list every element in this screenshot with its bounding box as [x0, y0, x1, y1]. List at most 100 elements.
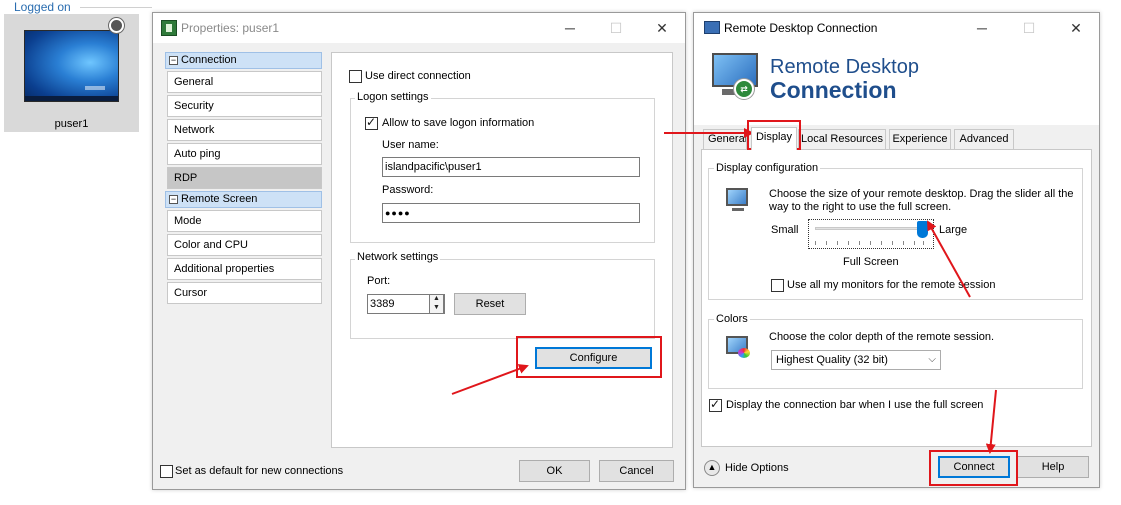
- properties-window: Properties: puser1 ─ ☐ ✕ − Connection Ge…: [152, 12, 686, 490]
- desktop-logo: [85, 86, 105, 90]
- nav-item-network[interactable]: Network: [167, 119, 322, 141]
- properties-app-icon: [161, 20, 177, 36]
- close-icon[interactable]: ✕: [639, 13, 685, 43]
- all-monitors-label: Use all my monitors for the remote sessi…: [787, 279, 996, 291]
- tab-advanced[interactable]: Advanced: [954, 129, 1014, 149]
- username-input[interactable]: islandpacific\puser1: [382, 157, 640, 177]
- tick: [881, 241, 882, 245]
- password-input[interactable]: ●●●●: [382, 203, 640, 223]
- rdc-titlebar: Remote Desktop Connection ─ ☐ ✕: [694, 13, 1099, 43]
- tick: [848, 241, 849, 245]
- maximize-icon[interactable]: ☐: [593, 13, 639, 43]
- tick: [870, 241, 871, 245]
- rdc-window: Remote Desktop Connection ─ ☐ ✕ ⇄ Remote…: [693, 12, 1100, 488]
- cancel-button[interactable]: Cancel: [599, 460, 674, 482]
- tick: [914, 241, 915, 245]
- colors-description: Choose the color depth of the remote ses…: [769, 331, 995, 343]
- nav-group-connection[interactable]: − Connection: [165, 52, 322, 69]
- use-direct-connection-label: Use direct connection: [365, 70, 471, 82]
- use-direct-connection-checkbox[interactable]: [349, 70, 362, 83]
- window-title: Remote Desktop Connection: [724, 21, 878, 35]
- nav-item-mode[interactable]: Mode: [167, 210, 322, 232]
- all-monitors-checkbox[interactable]: [771, 279, 784, 292]
- stepper-down-icon[interactable]: ▼: [433, 304, 440, 311]
- logon-settings-label: Logon settings: [355, 91, 431, 103]
- logged-on-header: Logged on: [14, 0, 71, 14]
- chevron-up-icon[interactable]: ▲: [704, 460, 720, 476]
- desktop-taskbar: [25, 96, 118, 101]
- connect-arrows-icon: ⇄: [734, 79, 754, 99]
- collapse-icon[interactable]: −: [169, 195, 178, 204]
- tick: [815, 241, 816, 245]
- display-config-description: Choose the size of your remote desktop. …: [769, 188, 1074, 213]
- display-tab-panel: Display configuration Choose the size of…: [701, 149, 1092, 447]
- header-divider: [80, 7, 152, 8]
- connection-bar-checkbox[interactable]: [709, 397, 722, 412]
- maximize-icon[interactable]: ☐: [1006, 13, 1052, 43]
- color-depth-select[interactable]: Highest Quality (32 bit) ⌵: [771, 350, 941, 370]
- resolution-slider[interactable]: [815, 227, 923, 230]
- username-label: User name:: [382, 139, 439, 151]
- reset-button[interactable]: Reset: [454, 293, 526, 315]
- minimize-icon[interactable]: ─: [959, 13, 1005, 43]
- nav-item-rdp[interactable]: RDP: [167, 167, 322, 189]
- nav-item-additional-properties[interactable]: Additional properties: [167, 258, 322, 280]
- nav-item-general[interactable]: General: [167, 71, 322, 93]
- tab-general[interactable]: General: [703, 129, 747, 149]
- window-title: Properties: puser1: [181, 21, 280, 35]
- allow-save-label: Allow to save logon information: [382, 117, 535, 129]
- connect-highlight-box: [929, 450, 1018, 486]
- nav-group-label: Connection: [181, 54, 237, 66]
- ok-button[interactable]: OK: [519, 460, 590, 482]
- rdc-app-icon: [704, 21, 720, 34]
- connection-bar-label: Display the connection bar when I use th…: [726, 399, 984, 411]
- banner-title: Remote Desktop: [770, 56, 919, 78]
- color-depth-value: Highest Quality (32 bit): [776, 354, 888, 366]
- properties-titlebar: Properties: puser1 ─ ☐ ✕: [153, 13, 685, 43]
- tab-local-resources[interactable]: Local Resources: [798, 129, 886, 149]
- tick: [892, 241, 893, 245]
- tick: [859, 241, 860, 245]
- minimize-icon[interactable]: ─: [547, 13, 593, 43]
- banner-subtitle: Connection: [770, 77, 897, 103]
- allow-save-checkbox[interactable]: [365, 115, 378, 130]
- nav-item-cursor[interactable]: Cursor: [167, 282, 322, 304]
- nav-item-security[interactable]: Security: [167, 95, 322, 117]
- set-default-label: Set as default for new connections: [175, 465, 344, 477]
- slider-thumb[interactable]: [917, 221, 928, 238]
- nav-item-color-cpu[interactable]: Color and CPU: [167, 234, 322, 256]
- stepper-up-icon[interactable]: ▲: [433, 295, 440, 302]
- display-monitor-icon: [726, 188, 748, 206]
- session-card[interactable]: puser1: [4, 14, 139, 132]
- globe-icon: [109, 18, 124, 33]
- hide-options-link[interactable]: Hide Options: [725, 462, 789, 474]
- rdp-settings-panel: Use direct connection Logon settings All…: [331, 52, 673, 448]
- palette-swatch: [738, 348, 750, 358]
- tick: [826, 241, 827, 245]
- session-name: puser1: [54, 118, 89, 130]
- slider-small-label: Small: [771, 224, 799, 236]
- chevron-down-icon: ⌵: [928, 354, 936, 365]
- nav-item-auto-ping[interactable]: Auto ping: [167, 143, 322, 165]
- tick: [923, 241, 924, 245]
- network-settings-label: Network settings: [355, 251, 441, 263]
- close-icon[interactable]: ✕: [1053, 13, 1099, 43]
- help-button[interactable]: Help: [1017, 456, 1089, 478]
- collapse-icon[interactable]: −: [169, 56, 178, 65]
- monitor-base: [732, 208, 744, 211]
- slider-ticks: [815, 241, 925, 245]
- port-label: Port:: [367, 275, 391, 287]
- colors-label: Colors: [714, 313, 750, 325]
- tab-experience[interactable]: Experience: [889, 129, 951, 149]
- slider-large-label: Large: [939, 224, 968, 236]
- configure-highlight-box: [516, 336, 662, 378]
- set-default-checkbox[interactable]: [160, 465, 173, 478]
- tab-display[interactable]: Display: [751, 127, 797, 150]
- tick: [837, 241, 838, 245]
- nav-group-label: Remote Screen: [181, 193, 258, 205]
- port-stepper[interactable]: ▲ ▼: [429, 294, 444, 314]
- password-label: Password:: [382, 184, 434, 196]
- nav-group-remote-screen[interactable]: − Remote Screen: [165, 191, 322, 208]
- slider-value: Full Screen: [843, 256, 899, 268]
- rdc-banner: ⇄ Remote Desktop Connection: [694, 43, 1099, 125]
